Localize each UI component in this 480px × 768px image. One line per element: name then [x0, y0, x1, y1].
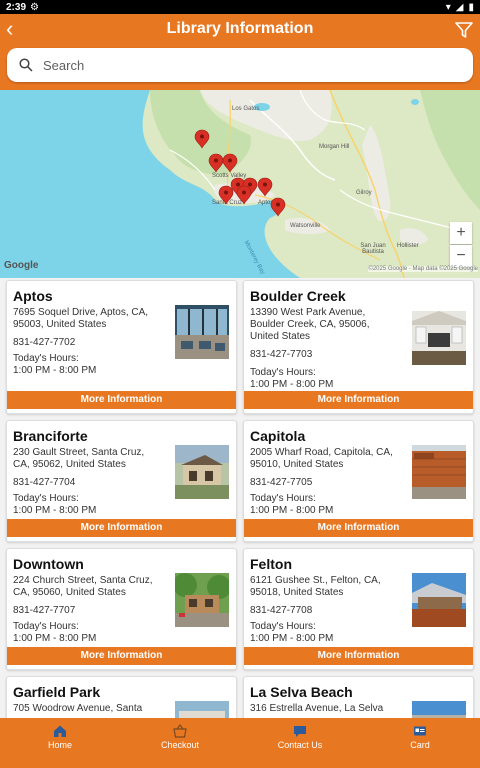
library-card[interactable]: La Selva Beach 316 Estrella Avenue, La S… [243, 676, 474, 718]
app-bar: ‹ Library Information [0, 14, 480, 90]
search-input[interactable] [43, 57, 443, 73]
more-information-button[interactable]: More Information [7, 647, 236, 665]
library-card[interactable]: Aptos 7695 Soquel Drive, Aptos, CA, 9500… [6, 280, 237, 414]
library-photo [412, 311, 466, 365]
nav-card[interactable]: Card [360, 718, 480, 768]
bottom-navigation: Home Checkout Contact Us Card [0, 718, 480, 768]
library-name: Felton [250, 556, 292, 572]
library-name: Branciforte [13, 428, 88, 444]
hours-label: Today's Hours: [250, 493, 316, 504]
library-address: 2005 Wharf Road, Capitola, CA, 95010, Un… [250, 447, 393, 470]
library-phone[interactable]: 831-427-7707 [13, 605, 75, 616]
library-photo [175, 445, 229, 499]
map-label-los-gatos: Los Gatos [232, 106, 260, 112]
hours-label: Today's Hours: [13, 493, 79, 504]
library-card[interactable]: Branciforte 230 Gault Street, Santa Cruz… [6, 420, 237, 542]
search-icon [19, 58, 33, 72]
nav-home[interactable]: Home [0, 718, 120, 768]
library-card[interactable]: Garfield Park 705 Woodrow Avenue, Santa [6, 676, 237, 718]
library-phone[interactable]: 831-427-7703 [250, 349, 312, 360]
hours-value: 1:00 PM - 8:00 PM [250, 505, 334, 516]
zoom-out-button[interactable]: − [450, 245, 472, 267]
library-address: 7695 Soquel Drive, Aptos, CA, 95003, Uni… [13, 307, 149, 330]
library-card[interactable]: Downtown 224 Church Street, Santa Cruz, … [6, 548, 237, 670]
map-label-watsonville: Watsonville [290, 223, 321, 229]
library-address: 6121 Gushee St., Felton, CA, 95018, Unit… [250, 575, 381, 598]
hours-value: 1:00 PM - 8:00 PM [250, 633, 334, 644]
library-photo [412, 573, 466, 627]
library-address: 316 Estrella Avenue, La Selva [250, 703, 384, 714]
library-photo [175, 701, 229, 718]
status-time: 2:39 [6, 1, 27, 13]
map-label-scotts-valley: Scotts Valley [212, 173, 247, 179]
page-title: Library Information [166, 20, 314, 37]
map-label-gilroy: Gilroy [356, 190, 372, 196]
library-name: Garfield Park [13, 684, 101, 700]
library-card[interactable]: Felton 6121 Gushee St., Felton, CA, 9501… [243, 548, 474, 670]
nav-contact[interactable]: Contact Us [240, 718, 360, 768]
search-bar[interactable] [7, 48, 473, 82]
hours-label: Today's Hours: [13, 353, 79, 364]
hours-label: Today's Hours: [13, 621, 79, 632]
chat-bubble-icon [294, 726, 306, 737]
more-information-button[interactable]: More Information [7, 391, 236, 409]
signal-icon: ◢ [455, 1, 464, 13]
library-address: 230 Gault Street, Santa Cruz, CA, 95062,… [13, 447, 145, 470]
filter-icon[interactable] [454, 20, 474, 40]
library-phone[interactable]: 831-427-7708 [250, 605, 312, 616]
library-photo [412, 445, 466, 499]
library-phone[interactable]: 831-427-7705 [250, 477, 312, 488]
library-photo [175, 573, 229, 627]
more-information-button[interactable]: More Information [244, 647, 473, 665]
map-label-hollister: Hollister [397, 243, 419, 249]
library-name: Aptos [13, 288, 53, 304]
more-information-button[interactable]: More Information [244, 391, 473, 409]
card-icon [414, 726, 426, 736]
library-list[interactable]: Aptos 7695 Soquel Drive, Aptos, CA, 9500… [0, 278, 480, 718]
library-address: 13390 West Park Avenue, Boulder Creek, C… [250, 307, 370, 342]
map-attribution: ©2025 Google · Map data ©2025 Google [368, 266, 478, 272]
library-phone[interactable]: 831-427-7702 [13, 337, 75, 348]
zoom-in-button[interactable]: + [450, 222, 472, 244]
library-name: Capitola [250, 428, 306, 444]
library-name: La Selva Beach [250, 684, 353, 700]
library-address: 705 Woodrow Avenue, Santa [13, 703, 143, 714]
google-logo: Google [4, 260, 39, 271]
library-card[interactable]: Boulder Creek 13390 West Park Avenue, Bo… [243, 280, 474, 414]
wifi-icon: ▾ [445, 1, 451, 13]
map-label-aptos: Aptos [258, 200, 274, 206]
map-view[interactable]: Los Gatos Morgan Hill Scotts Valley Sant… [0, 90, 480, 278]
hours-label: Today's Hours: [250, 367, 316, 378]
map-label-san-juan-bautista: San Juan Bautista [360, 243, 386, 255]
more-information-button[interactable]: More Information [7, 519, 236, 537]
library-photo [175, 305, 229, 359]
map-label-santa-cruz: Santa Cruz [212, 200, 243, 206]
status-bar: 2:39 ⚙ ▾ ◢ ▮ [0, 0, 480, 14]
library-card[interactable]: Capitola 2005 Wharf Road, Capitola, CA, … [243, 420, 474, 542]
hours-label: Today's Hours: [250, 621, 316, 632]
basket-icon [173, 724, 187, 738]
hours-value: 1:00 PM - 8:00 PM [13, 505, 97, 516]
nav-home-label: Home [47, 740, 72, 750]
nav-checkout[interactable]: Checkout [120, 718, 240, 768]
nav-contact-label: Contact Us [277, 740, 323, 750]
library-phone[interactable]: 831-427-7704 [13, 477, 75, 488]
library-name: Boulder Creek [250, 288, 346, 304]
hours-value: 1:00 PM - 8:00 PM [13, 365, 97, 376]
battery-icon: ▮ [468, 1, 474, 13]
library-address: 224 Church Street, Santa Cruz, CA, 95060… [13, 575, 153, 598]
nav-card-label: Card [410, 740, 430, 750]
more-information-button[interactable]: More Information [244, 519, 473, 537]
hours-value: 1:00 PM - 8:00 PM [250, 379, 334, 390]
hours-value: 1:00 PM - 8:00 PM [13, 633, 97, 644]
map-label-morgan-hill: Morgan Hill [319, 144, 350, 150]
settings-gear-icon: ⚙ [30, 1, 39, 13]
nav-checkout-label: Checkout [160, 740, 200, 750]
map-canvas [0, 90, 480, 278]
home-icon [54, 725, 66, 737]
library-photo [412, 701, 466, 718]
library-name: Downtown [13, 556, 84, 572]
